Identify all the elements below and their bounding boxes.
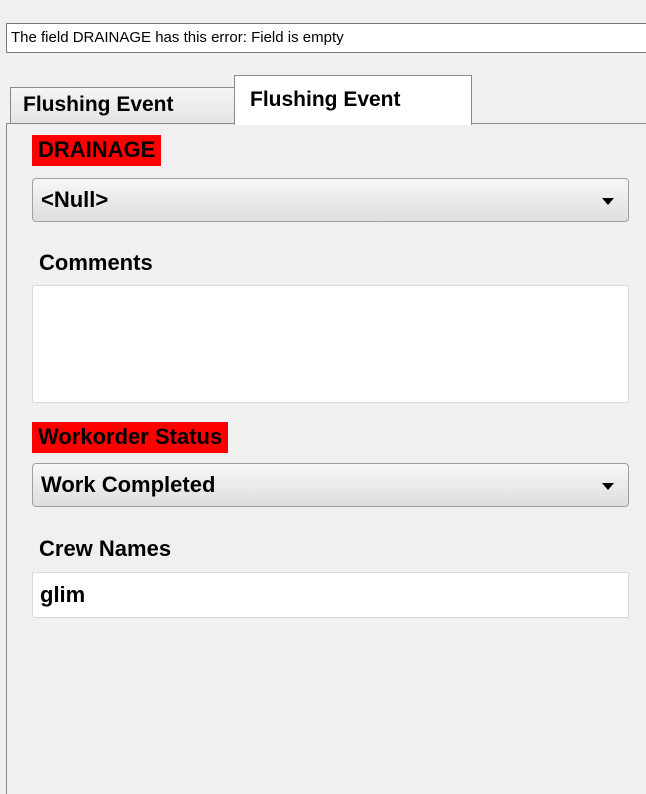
workorder-status-label: Workorder Status [32, 422, 229, 453]
drainage-label: DRAINAGE [32, 135, 162, 166]
tab-flushing-event-2[interactable]: Flushing Event [234, 75, 472, 125]
crew-names-input[interactable]: glim [32, 572, 629, 618]
tab-label: Flushing Event [23, 93, 174, 116]
tab-panel [6, 123, 646, 794]
tab-flushing-event-1[interactable]: Flushing Event [10, 87, 236, 123]
drainage-value: <Null> [41, 187, 109, 212]
workorder-status-value: Work Completed [41, 472, 216, 497]
crew-names-label: Crew Names [39, 536, 172, 561]
chevron-down-icon [602, 483, 614, 490]
workorder-status-dropdown[interactable]: Work Completed [32, 463, 629, 507]
tab-label: Flushing Event [250, 88, 401, 111]
error-status-bar: The field DRAINAGE has this error: Field… [6, 23, 646, 53]
drainage-dropdown[interactable]: <Null> [32, 178, 629, 222]
comments-label: Comments [39, 250, 153, 275]
comments-textarea[interactable] [32, 285, 629, 403]
chevron-down-icon [602, 198, 614, 205]
